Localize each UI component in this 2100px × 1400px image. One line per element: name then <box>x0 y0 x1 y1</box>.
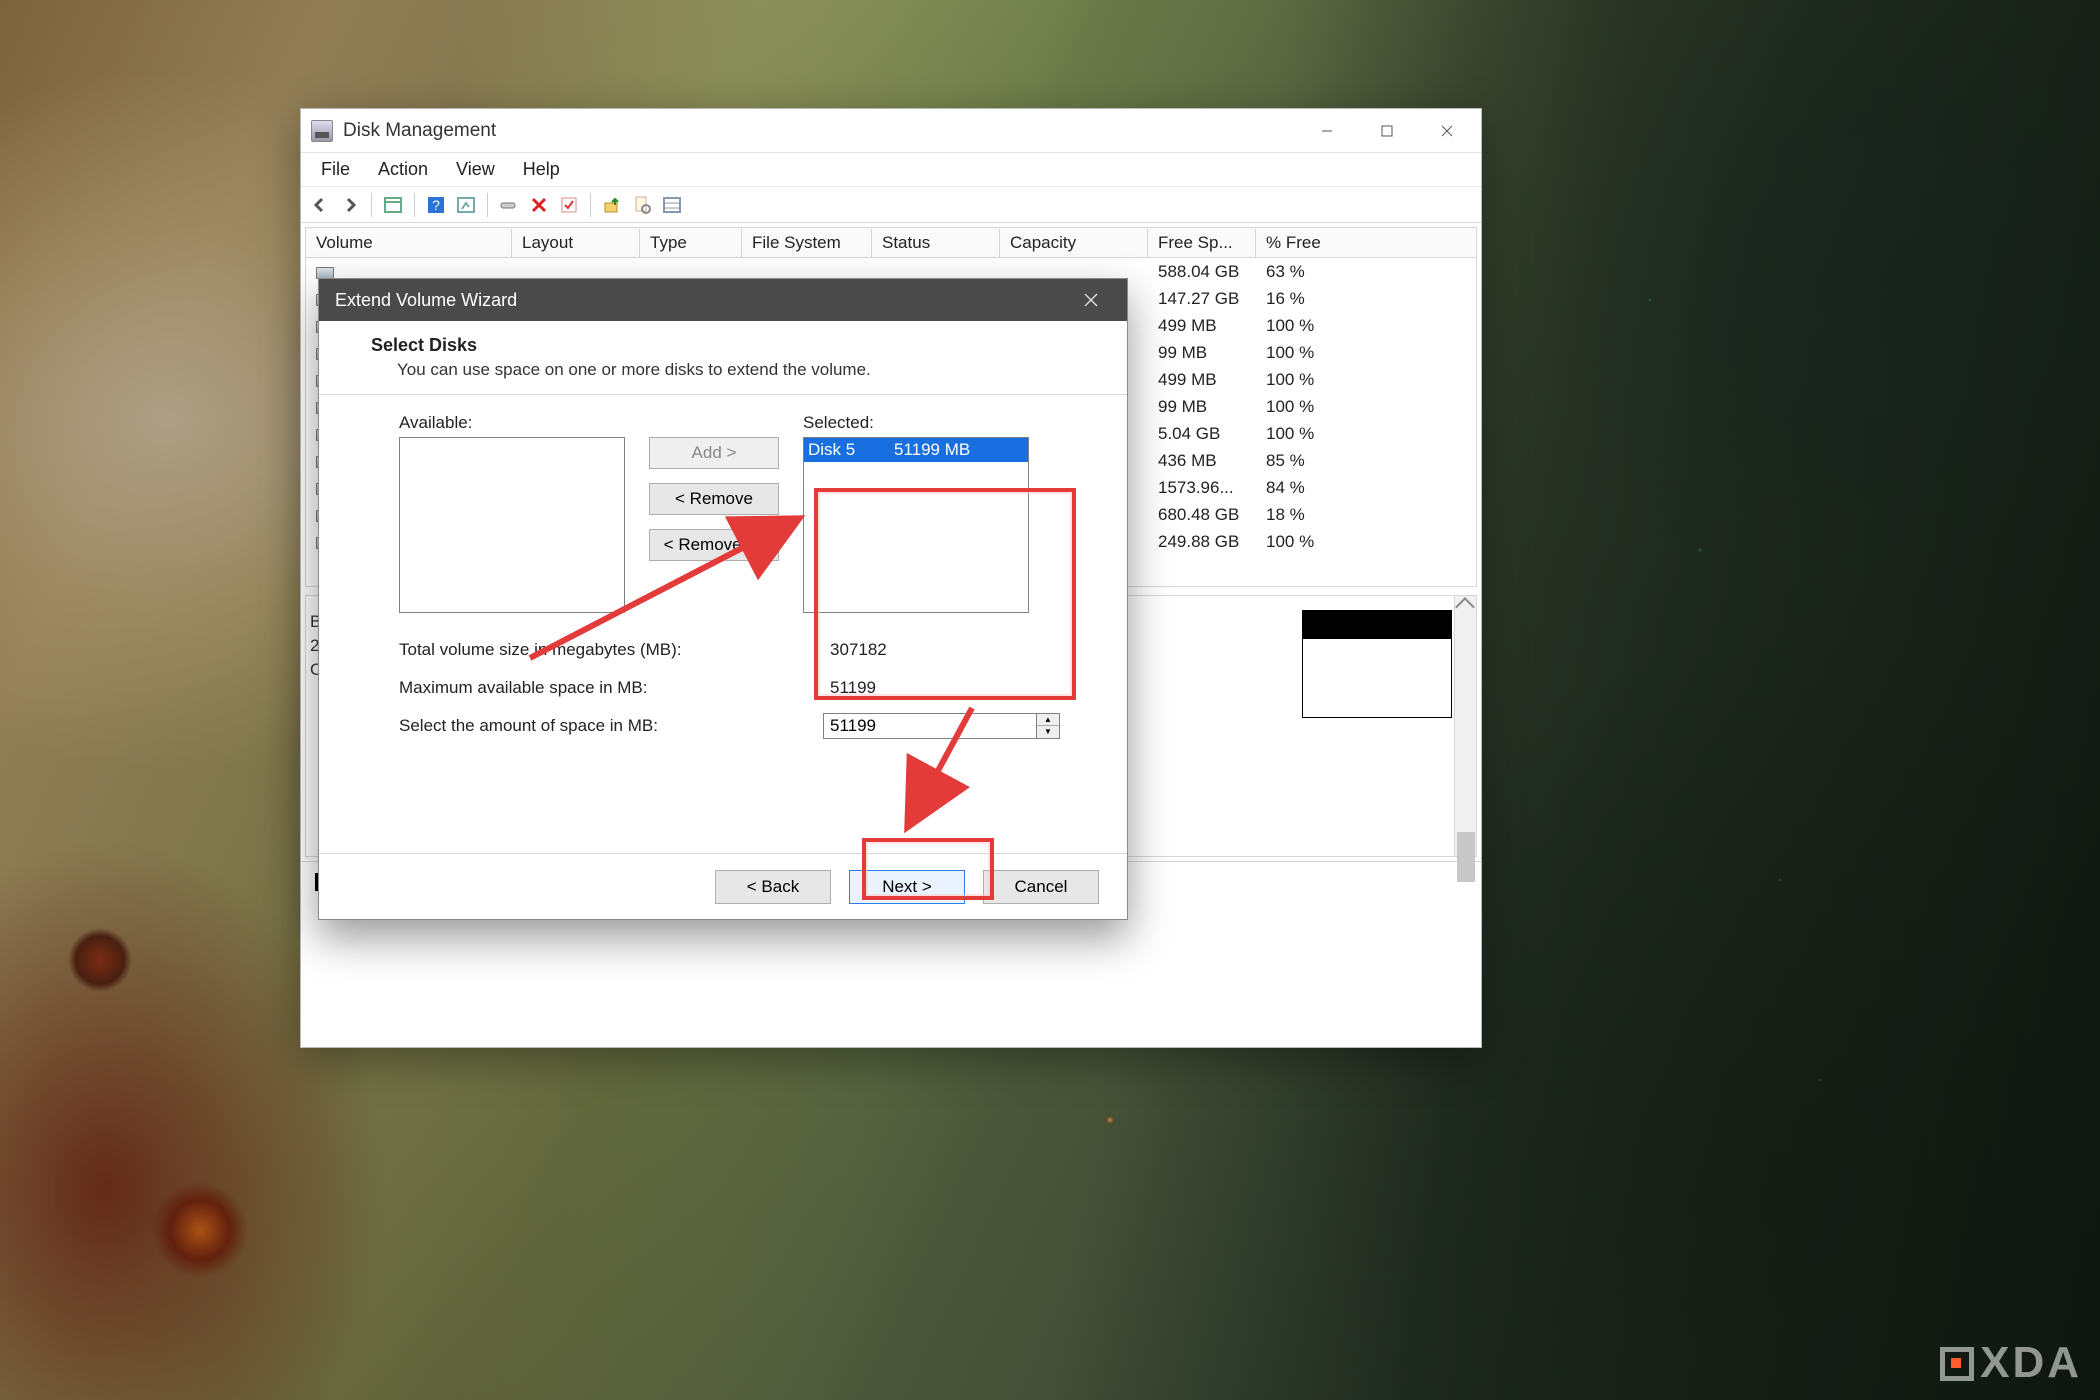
forward-icon[interactable] <box>337 192 363 218</box>
col-filesystem[interactable]: File System <box>742 229 872 257</box>
col-layout[interactable]: Layout <box>512 229 640 257</box>
col-status[interactable]: Status <box>872 229 1000 257</box>
wizard-body: Available: Add > < Remove < Remove All S… <box>319 395 1127 853</box>
amount-label: Select the amount of space in MB: <box>399 716 823 736</box>
back-icon[interactable] <box>307 192 333 218</box>
wizard-step-subtitle: You can use space on one or more disks t… <box>397 360 1091 380</box>
action-list-icon[interactable] <box>453 192 479 218</box>
back-button[interactable]: < Back <box>715 870 831 904</box>
selected-disk-item[interactable]: Disk 5 51199 MB <box>804 438 1028 462</box>
col-pctfree[interactable]: % Free <box>1256 229 1396 257</box>
total-size-value: 307182 <box>823 637 1037 663</box>
selected-disk-name: Disk 5 <box>808 440 894 460</box>
wizard-close-button[interactable] <box>1071 279 1111 321</box>
col-type[interactable]: Type <box>640 229 742 257</box>
menu-file[interactable]: File <box>307 155 364 184</box>
partition-block-header[interactable] <box>1302 610 1452 638</box>
max-space-label: Maximum available space in MB: <box>399 678 823 698</box>
wizard-header: Select Disks You can use space on one or… <box>319 321 1127 395</box>
check-icon[interactable] <box>556 192 582 218</box>
scrollbar-thumb[interactable] <box>1457 832 1475 882</box>
remove-all-button[interactable]: < Remove All <box>649 529 779 561</box>
wizard-step-title: Select Disks <box>371 335 1091 356</box>
titlebar[interactable]: Disk Management <box>301 109 1481 153</box>
total-size-label: Total volume size in megabytes (MB): <box>399 640 823 660</box>
amount-input[interactable] <box>823 713 1037 739</box>
col-freespace[interactable]: Free Sp... <box>1148 229 1256 257</box>
window-title: Disk Management <box>343 120 1297 142</box>
selected-label: Selected: <box>803 413 1029 433</box>
remove-button[interactable]: < Remove <box>649 483 779 515</box>
add-button[interactable]: Add > <box>649 437 779 469</box>
selected-disk-size: 51199 MB <box>894 440 970 460</box>
maximize-button[interactable] <box>1357 111 1417 151</box>
col-volume[interactable]: Volume <box>306 229 512 257</box>
disk-management-icon <box>311 120 333 142</box>
wizard-footer: < Back Next > Cancel <box>319 853 1127 919</box>
wizard-titlebar[interactable]: Extend Volume Wizard <box>319 279 1127 321</box>
watermark: XDA <box>1940 1338 2082 1388</box>
close-button[interactable] <box>1417 111 1477 151</box>
menu-help[interactable]: Help <box>509 155 574 184</box>
upload-icon[interactable] <box>599 192 625 218</box>
max-space-value: 51199 <box>823 675 1037 701</box>
settings-icon[interactable] <box>496 192 522 218</box>
show-hide-tree-icon[interactable] <box>380 192 406 218</box>
help-icon[interactable]: ? <box>423 192 449 218</box>
view-list-icon[interactable] <box>659 192 685 218</box>
partition-block-body[interactable] <box>1302 638 1452 718</box>
extend-volume-wizard: Extend Volume Wizard Select Disks You ca… <box>318 278 1128 920</box>
next-button[interactable]: Next > <box>849 870 965 904</box>
menu-action[interactable]: Action <box>364 155 442 184</box>
svg-text:?: ? <box>432 197 440 213</box>
selected-listbox[interactable]: Disk 5 51199 MB <box>803 437 1029 613</box>
amount-spinner[interactable]: ▲ ▼ <box>1037 713 1060 739</box>
volume-icon <box>316 267 334 279</box>
col-capacity[interactable]: Capacity <box>1000 229 1148 257</box>
spinner-down-button[interactable]: ▼ <box>1037 726 1059 738</box>
menu-view[interactable]: View <box>442 155 509 184</box>
delete-icon[interactable] <box>526 192 552 218</box>
wizard-title: Extend Volume Wizard <box>335 290 1071 311</box>
vertical-scrollbar[interactable] <box>1454 596 1476 856</box>
available-label: Available: <box>399 413 625 433</box>
toolbar: ? <box>301 187 1481 223</box>
table-header: Volume Layout Type File System Status Ca… <box>306 228 1476 258</box>
available-listbox[interactable] <box>399 437 625 613</box>
spinner-up-button[interactable]: ▲ <box>1037 714 1059 726</box>
minimize-button[interactable] <box>1297 111 1357 151</box>
menubar: File Action View Help <box>301 153 1481 187</box>
properties-icon[interactable] <box>629 192 655 218</box>
cancel-button[interactable]: Cancel <box>983 870 1099 904</box>
